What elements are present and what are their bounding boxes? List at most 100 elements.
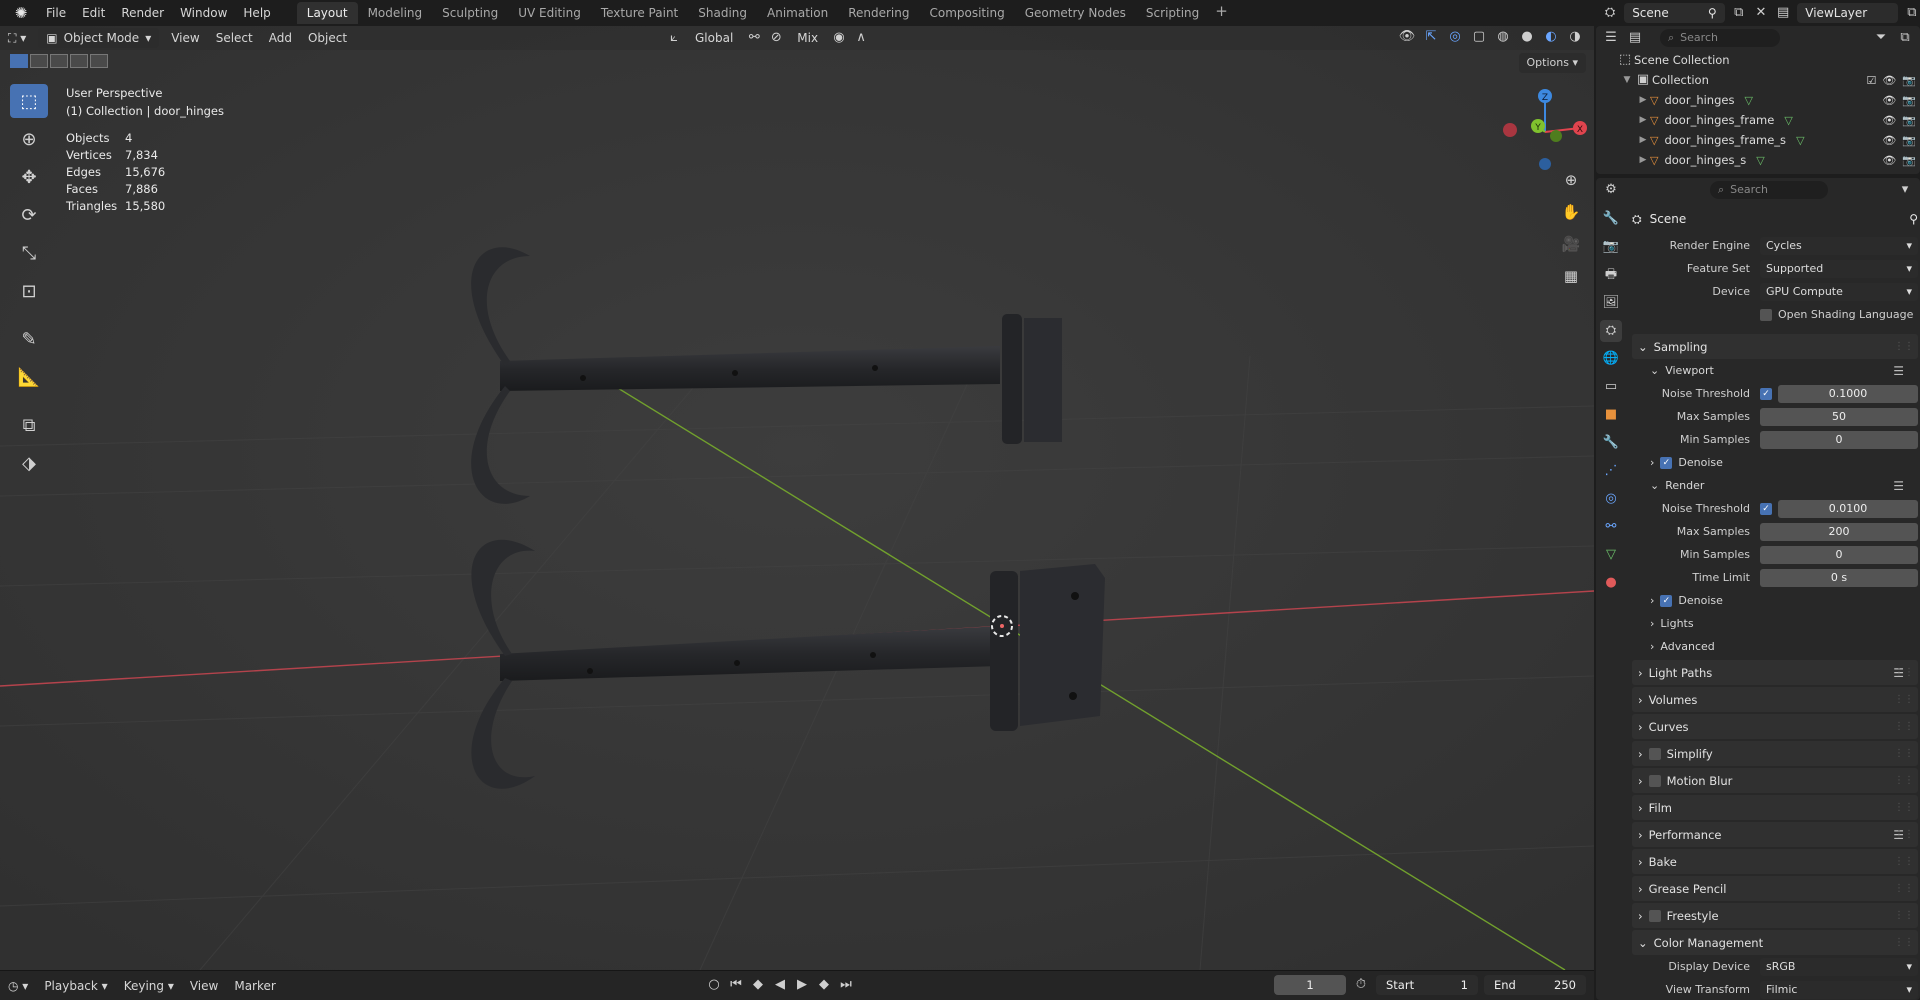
chevron-right-icon[interactable]: ▶ [1636, 115, 1650, 125]
tab-layout[interactable]: Layout [296, 2, 358, 24]
mesh-data-icon[interactable]: ▽ [1756, 154, 1764, 167]
freestyle-checkbox[interactable] [1648, 909, 1661, 922]
world-tab-icon[interactable]: 🌐 [1600, 348, 1622, 370]
menu-add[interactable]: Add [261, 28, 300, 48]
camera-view-icon[interactable]: 🎥 [1558, 232, 1584, 256]
filter-icon[interactable]: ⏷ [1872, 29, 1890, 47]
display-device-dropdown[interactable]: sRGB ▾ [1760, 957, 1918, 976]
menu-edit[interactable]: Edit [74, 2, 113, 24]
tab-geometry-nodes[interactable]: Geometry Nodes [1015, 2, 1136, 24]
rotate-tool-icon[interactable]: ⟳ [10, 198, 48, 232]
overlay-toggle-icon[interactable]: ◎ [1446, 28, 1464, 46]
subpanel-vp-denoise[interactable]: › ✓ Denoise [1632, 451, 1918, 474]
camera-icon[interactable]: 📷 [1902, 154, 1916, 167]
particles-tab-icon[interactable]: ⋰ [1600, 460, 1622, 482]
ortho-grid-icon[interactable]: ▦ [1558, 264, 1584, 288]
tab-modeling[interactable]: Modeling [358, 2, 433, 24]
jump-start-icon[interactable]: ⏮ [727, 976, 745, 994]
panel-performance[interactable]: › Performance ☰ ⋮⋮ [1632, 822, 1918, 847]
drag-handle-icon[interactable]: ⋮⋮ [1894, 856, 1914, 867]
r-noise-threshold-field[interactable]: 0.0100 [1778, 499, 1918, 518]
view-transform-dropdown[interactable]: Filmic ▾ [1760, 980, 1918, 999]
menu-file[interactable]: File [38, 2, 74, 24]
current-frame-field[interactable]: 1 [1274, 975, 1346, 995]
panel-grease-pencil[interactable]: › Grease Pencil ⋮⋮ [1632, 876, 1918, 901]
outliner-search-input[interactable]: ⌕ Search [1660, 29, 1780, 47]
r-max-samples-field[interactable]: 200 [1760, 522, 1918, 541]
prev-keyframe-icon[interactable]: ◆ [749, 976, 767, 994]
panel-volumes[interactable]: › Volumes ⋮⋮ [1632, 687, 1918, 712]
start-frame-field[interactable]: Start 1 [1376, 975, 1478, 995]
tree-item-object[interactable]: ▶ ▽ door_hinges ▽ 👁 📷 [1596, 90, 1920, 110]
physics-tab-icon[interactable]: ◎ [1600, 488, 1622, 510]
tool-tab-icon[interactable]: 🔧 [1600, 208, 1622, 230]
drag-handle-icon[interactable]: ⋮⋮ [1894, 910, 1914, 921]
view-layer-tab-icon[interactable]: 🖼 [1600, 292, 1622, 314]
panel-motion-blur[interactable]: › Motion Blur ⋮⋮ [1632, 768, 1918, 793]
wireframe-shading-icon[interactable]: ◍ [1494, 28, 1512, 46]
tab-texture-paint[interactable]: Texture Paint [591, 2, 688, 24]
blender-logo-icon[interactable]: ✺ [10, 2, 32, 24]
osl-checkbox[interactable] [1760, 308, 1772, 321]
scene-field[interactable]: Scene ⚲ [1624, 3, 1725, 23]
pivot-icon[interactable]: ⚯ [745, 29, 763, 47]
solid-shading-icon[interactable]: ● [1518, 28, 1536, 46]
snap-icon[interactable]: ⊘ [767, 29, 785, 47]
drag-handle-icon[interactable]: ⋮⋮ [1894, 694, 1914, 705]
tree-item-object[interactable]: ▶ ▽ door_hinges_frame_s ▽ 👁 📷 [1596, 130, 1920, 150]
delete-scene-icon[interactable]: ✕ [1753, 4, 1769, 22]
outliner-editor-icon[interactable]: ☰ [1602, 29, 1620, 47]
collection-tab-icon[interactable]: ▭ [1600, 376, 1622, 398]
navigation-gizmo[interactable]: Z X Y [1500, 84, 1590, 174]
menu-marker[interactable]: Marker [226, 979, 283, 993]
properties-search-input[interactable]: ⌕ Search [1710, 181, 1828, 199]
stopwatch-icon[interactable]: ⏱ [1352, 976, 1370, 994]
cursor-tool-icon[interactable]: ⊕ [10, 122, 48, 156]
pin-icon[interactable]: ⚲ [1909, 212, 1918, 226]
add-workspace-icon[interactable]: + [1209, 2, 1234, 24]
visibility-icon[interactable]: 👁 [1398, 28, 1416, 46]
properties-editor-icon[interactable]: ⚙ [1602, 181, 1620, 199]
eye-icon[interactable]: 👁 [1882, 114, 1896, 127]
menu-help[interactable]: Help [235, 2, 278, 24]
select-intersect-icon[interactable] [90, 54, 108, 68]
next-keyframe-icon[interactable]: ◆ [815, 976, 833, 994]
menu-render[interactable]: Render [113, 2, 172, 24]
panel-film[interactable]: › Film ⋮⋮ [1632, 795, 1918, 820]
timeline-editor-icon[interactable]: ◷ ▾ [0, 979, 36, 993]
record-icon[interactable]: ○ [705, 976, 723, 994]
options-dropdown[interactable]: Options ▾ [1518, 53, 1586, 73]
panel-sampling[interactable]: ⌄ Sampling ⋮⋮ [1632, 334, 1918, 359]
tab-compositing[interactable]: Compositing [919, 2, 1014, 24]
panel-simplify[interactable]: › Simplify ⋮⋮ [1632, 741, 1918, 766]
tab-animation[interactable]: Animation [757, 2, 838, 24]
camera-icon[interactable]: 📷 [1902, 114, 1916, 127]
eye-icon[interactable]: 👁 [1882, 134, 1896, 147]
rendered-shading-icon[interactable]: ◑ [1566, 28, 1584, 46]
tab-sculpting[interactable]: Sculpting [432, 2, 508, 24]
new-view-layer-icon[interactable]: ⧉ [1904, 4, 1920, 22]
mode-dropdown[interactable]: ▣ Object Mode ▾ [38, 28, 160, 48]
modifier-tab-icon[interactable]: 🔧 [1600, 432, 1622, 454]
scene-tab-icon[interactable]: ⛭ [1600, 320, 1622, 342]
time-limit-field[interactable]: 0 s [1760, 568, 1918, 587]
chevron-down-icon[interactable]: ▾ [1896, 181, 1914, 199]
camera-icon[interactable]: 📷 [1902, 74, 1916, 87]
neg-x-axis-handle[interactable] [1503, 123, 1517, 137]
render-engine-dropdown[interactable]: Cycles ▾ [1760, 236, 1918, 255]
subpanel-render[interactable]: ⌄ Render ☰ [1632, 474, 1918, 497]
noise-threshold-checkbox[interactable]: ✓ [1760, 387, 1772, 400]
object-tab-icon[interactable]: ■ [1600, 404, 1622, 426]
drag-handle-icon[interactable]: ⋮⋮ [1894, 721, 1914, 732]
select-subtract-icon[interactable] [50, 54, 68, 68]
drag-handle-icon[interactable]: ⋮⋮ [1894, 883, 1914, 894]
neg-y-axis-handle[interactable] [1550, 130, 1562, 142]
material-shading-icon[interactable]: ◐ [1542, 28, 1560, 46]
editor-type-icon[interactable]: ⛶ ▾ [0, 28, 34, 48]
tree-item-object[interactable]: ▶ ▽ door_hinges_frame ▽ 👁 📷 [1596, 110, 1920, 130]
drag-handle-icon[interactable]: ⋮⋮ [1894, 937, 1914, 948]
vp-max-samples-field[interactable]: 50 [1760, 407, 1918, 426]
panel-light-paths[interactable]: › Light Paths ☰ ⋮⋮ [1632, 660, 1918, 685]
pan-hand-icon[interactable]: ✋ [1558, 200, 1584, 224]
view-layer-field[interactable]: ViewLayer [1797, 3, 1898, 23]
